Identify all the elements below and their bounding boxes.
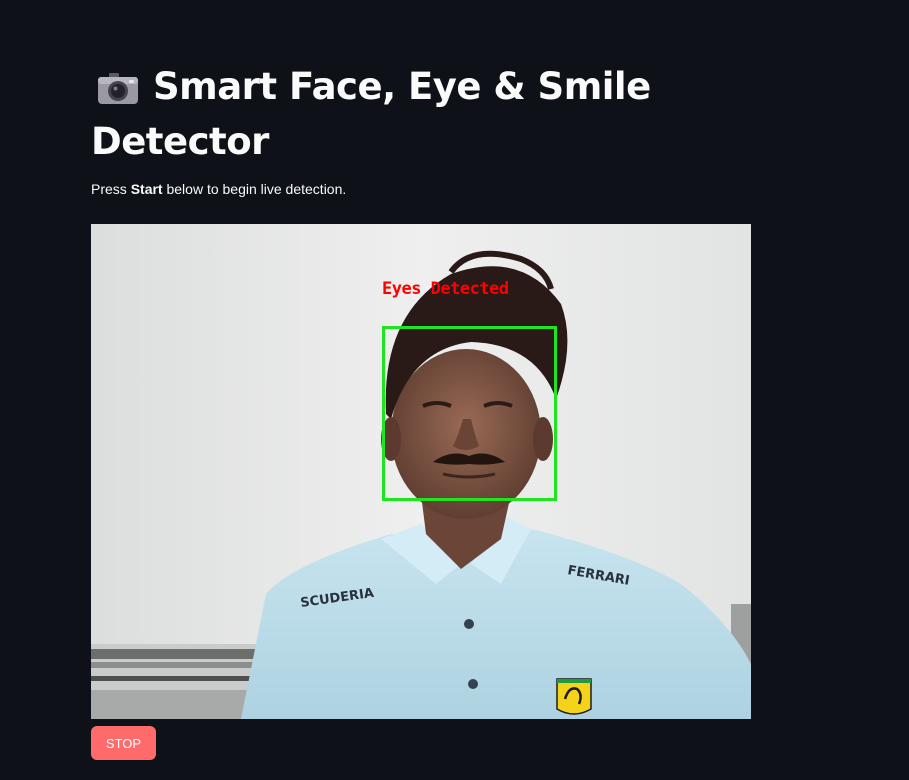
face-detection-box bbox=[382, 326, 557, 501]
intro-prefix: Press bbox=[91, 181, 127, 197]
app-page: Smart Face, Eye & Smile Detector Press S… bbox=[0, 0, 909, 780]
eyes-detected-label: Eyes Detected bbox=[382, 279, 509, 299]
intro-text: Press Start below to begin live detectio… bbox=[91, 179, 346, 199]
page-title: Smart Face, Eye & Smile Detector bbox=[91, 62, 651, 166]
page-title-text: Smart Face, Eye & Smile Detector bbox=[91, 65, 651, 163]
stop-button[interactable]: STOP bbox=[91, 726, 156, 760]
camera-icon bbox=[97, 68, 139, 117]
webcam-video-frame: SCUDERIA FERRARI Eyes Detected bbox=[91, 224, 751, 719]
intro-emphasis: Start bbox=[130, 181, 163, 197]
intro-suffix: below to begin live detection. bbox=[166, 181, 347, 197]
